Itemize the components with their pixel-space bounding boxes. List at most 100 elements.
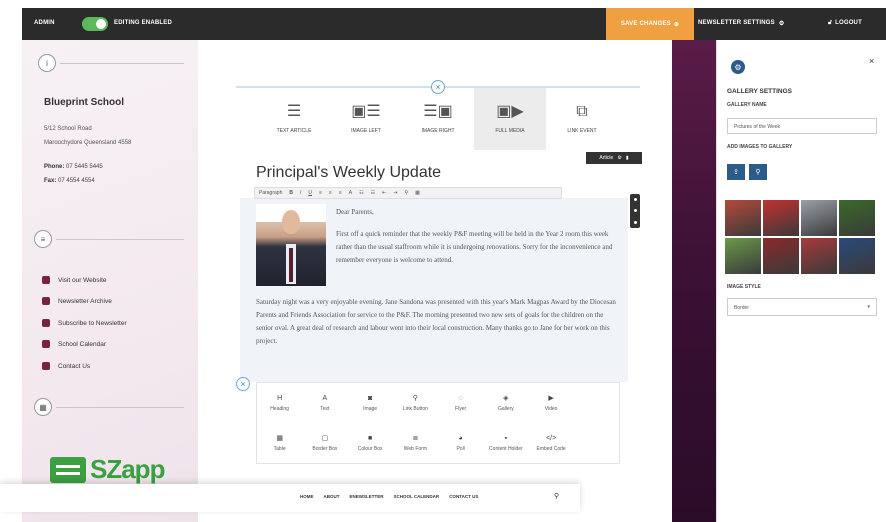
article-title[interactable]: Principal's Weekly Update bbox=[256, 164, 441, 182]
gear-icon: ⚙ bbox=[778, 21, 785, 27]
widget-content-holder[interactable]: ▪ Content Holder bbox=[483, 423, 528, 463]
nav-contact-us[interactable]: CONTACT US bbox=[449, 494, 478, 499]
widget-text[interactable]: A Text bbox=[302, 383, 347, 423]
widget-poll[interactable]: ◕ Poll bbox=[438, 423, 483, 463]
add-section-icon[interactable]: × bbox=[236, 377, 250, 391]
indent-icon[interactable]: ⇥ bbox=[393, 190, 397, 196]
widget-gallery[interactable]: ◈ Gallery bbox=[483, 383, 528, 423]
widget-video[interactable]: ▶ Video bbox=[529, 383, 574, 423]
sidebar-link-subscribe[interactable]: Subscribe to Newsletter bbox=[42, 319, 127, 327]
close-icon[interactable]: × bbox=[869, 56, 874, 66]
outdent-icon[interactable]: ⇤ bbox=[382, 190, 386, 196]
upload-icon: ⇪ bbox=[733, 169, 739, 176]
widget-colour-box[interactable]: ■ Colour Box bbox=[348, 423, 393, 463]
layout-image-right[interactable]: ☰▣ IMAGE RIGHT bbox=[402, 88, 474, 150]
numbered-list-icon[interactable]: ☷ bbox=[371, 190, 375, 196]
gallery-thumbnail[interactable] bbox=[839, 200, 875, 236]
sidebar-link-website[interactable]: Visit our Website bbox=[42, 276, 107, 284]
widget-label: Flyer bbox=[455, 405, 467, 412]
widget-label: Table bbox=[273, 446, 286, 452]
search-image-button[interactable]: ⚲ bbox=[749, 164, 767, 180]
block-handle[interactable] bbox=[630, 194, 640, 228]
widget-empty bbox=[574, 383, 619, 423]
widget-heading[interactable]: H Heading bbox=[257, 383, 302, 423]
gallery-thumbnail[interactable] bbox=[839, 238, 875, 274]
save-changes-button[interactable]: SAVE CHANGES ⊕ bbox=[606, 8, 694, 40]
align-left-icon[interactable]: ≡ bbox=[319, 190, 322, 196]
sidebar-link-archive[interactable]: Newsletter Archive bbox=[42, 297, 112, 305]
newsletter-settings-button[interactable]: NEWSLETTER SETTINGS ⚙ bbox=[698, 20, 784, 27]
underline-icon[interactable]: U bbox=[308, 190, 312, 196]
photo-face bbox=[282, 210, 300, 234]
link-icon[interactable]: ⚲ bbox=[404, 190, 408, 196]
widget-label: Colour Box bbox=[357, 445, 383, 452]
save-icon: ⊕ bbox=[673, 21, 680, 28]
background-panel bbox=[672, 40, 716, 522]
article-badge-label: Article bbox=[599, 155, 614, 161]
widget-image[interactable]: ◙ Image bbox=[348, 383, 393, 423]
divider bbox=[56, 239, 184, 240]
widget-label: Poll bbox=[456, 445, 465, 452]
article-controls[interactable]: Article ⚙ ▮ bbox=[586, 152, 642, 164]
bold-icon[interactable]: B bbox=[289, 190, 293, 196]
divider bbox=[60, 63, 184, 64]
logout-button[interactable]: 🔓︎ LOGOUT bbox=[828, 20, 862, 27]
text-icon: A bbox=[322, 394, 328, 402]
bullet-list-icon[interactable]: ☷ bbox=[359, 190, 363, 196]
upload-image-button[interactable]: ⇪ bbox=[727, 164, 745, 180]
toggle-knob bbox=[96, 19, 106, 29]
widget-border-box[interactable]: ▢ Border Box bbox=[302, 423, 347, 463]
layout-label: LINK EVENT bbox=[567, 128, 597, 134]
principal-photo[interactable] bbox=[256, 204, 326, 286]
image-style-select[interactable]: Border ▾ bbox=[727, 298, 877, 316]
school-sidebar: i Blueprint School 5/12 School Road Maro… bbox=[22, 40, 198, 522]
sidebar-link-label: Contact Us bbox=[58, 362, 91, 370]
nav-school-calendar[interactable]: SCHOOL CALENDAR bbox=[394, 494, 440, 499]
editing-toggle[interactable] bbox=[82, 17, 108, 31]
lock-icon: 🔓︎ bbox=[828, 20, 833, 26]
layout-link-event[interactable]: ⧉ LINK EVENT bbox=[546, 88, 618, 150]
info-icon: i bbox=[38, 54, 56, 72]
layout-text-article[interactable]: ☰ TEXT ARTICLE bbox=[258, 88, 330, 150]
gallery-thumbnail[interactable] bbox=[801, 200, 837, 236]
gallery-thumbnail[interactable] bbox=[763, 238, 799, 274]
chat-icon bbox=[42, 362, 50, 370]
search-icon[interactable]: ⚲ bbox=[554, 492, 559, 500]
text-color-icon[interactable]: A bbox=[349, 190, 352, 196]
layout-label: TEXT ARTICLE bbox=[276, 128, 312, 134]
szapp-logo: SZapp bbox=[50, 454, 165, 485]
nav-about[interactable]: ABOUT bbox=[324, 494, 340, 499]
layout-image-left[interactable]: ▣☰ IMAGE LEFT bbox=[330, 88, 402, 150]
nav-enewsletter[interactable]: ENEWSLETTER bbox=[350, 494, 384, 499]
widget-embed-code[interactable]: </> Embed Code bbox=[529, 423, 574, 463]
school-name: Blueprint School bbox=[44, 97, 124, 108]
flyer-icon: ◌ bbox=[458, 394, 463, 402]
heading-icon: H bbox=[277, 394, 283, 402]
fax-line: Fax: 07 4554 4554 bbox=[44, 178, 95, 184]
align-right-icon[interactable]: ≡ bbox=[339, 190, 342, 196]
widget-table[interactable]: ▦ Table bbox=[257, 423, 302, 463]
widget-link-button[interactable]: ⚲ Link Button bbox=[393, 383, 438, 423]
gallery-thumbnail[interactable] bbox=[725, 200, 761, 236]
table-icon[interactable]: ▦ bbox=[415, 190, 420, 196]
widget-label: Border Box bbox=[312, 446, 338, 452]
gallery-thumbnail[interactable] bbox=[801, 238, 837, 274]
nav-home[interactable]: HOME bbox=[300, 494, 314, 499]
italic-icon[interactable]: I bbox=[300, 190, 301, 196]
sidebar-link-calendar[interactable]: School Calendar bbox=[42, 340, 106, 348]
gallery-thumbnails bbox=[725, 200, 875, 274]
widget-flyer[interactable]: ◌ Flyer bbox=[438, 383, 483, 423]
panel-title: GALLERY SETTINGS bbox=[727, 88, 793, 95]
admin-toolbar: ADMIN EDITING ENABLED SAVE CHANGES ⊕ NEW… bbox=[22, 8, 886, 40]
gallery-thumbnail[interactable] bbox=[763, 200, 799, 236]
sidebar-link-contact[interactable]: Contact Us bbox=[42, 362, 90, 370]
sidebar-link-label: Visit our Website bbox=[58, 276, 107, 284]
widget-web-form[interactable]: ≣ Web Form bbox=[393, 423, 438, 463]
layout-full-media[interactable]: ▣▶ FULL MEDIA bbox=[474, 88, 546, 150]
paragraph-format-select[interactable]: Paragraph bbox=[259, 190, 282, 196]
gallery-name-input[interactable]: Pictures of the Week bbox=[727, 118, 877, 134]
search-icon: ⚲ bbox=[755, 169, 761, 176]
align-center-icon[interactable]: ≡ bbox=[329, 190, 332, 196]
link-icon: ⚲ bbox=[412, 395, 418, 402]
gallery-thumbnail[interactable] bbox=[725, 238, 761, 274]
